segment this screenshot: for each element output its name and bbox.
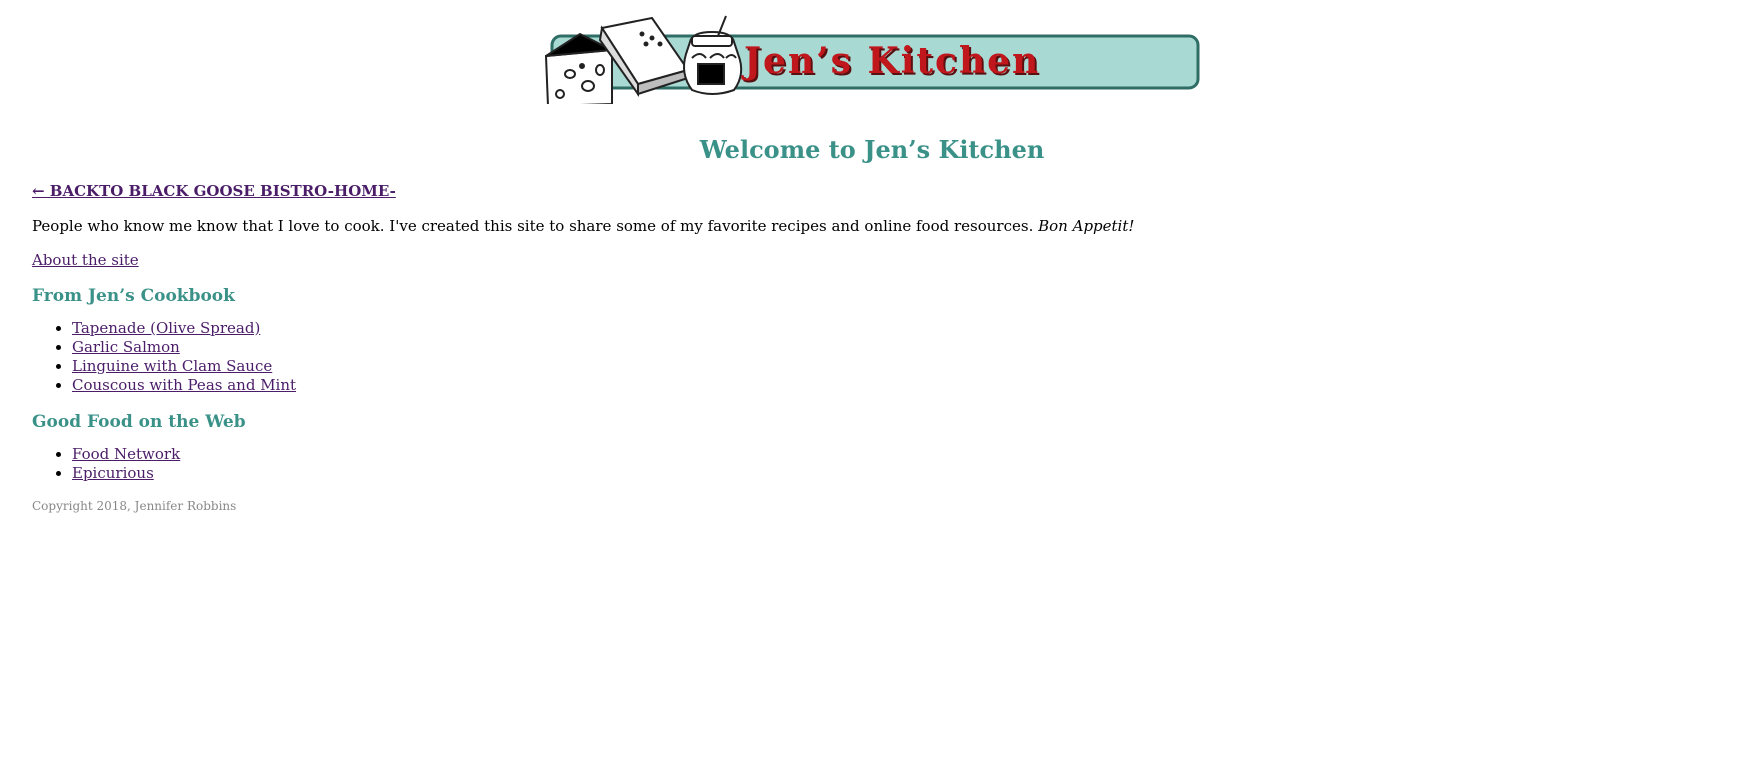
list-item: Tapenade (Olive Spread)	[72, 319, 1712, 338]
intro-emphasis: Bon Appetit!	[1038, 217, 1135, 235]
cookbook-heading: From Jen’s Cookbook	[32, 286, 235, 306]
about-site-link[interactable]: About the site	[32, 251, 139, 269]
list-item: Linguine with Clam Sauce	[72, 357, 1712, 376]
logo-title-text: Jen’s Kitchen	[741, 40, 1040, 82]
page-title: Welcome to Jen’s Kitchen	[699, 135, 1045, 164]
web-link-epicurious[interactable]: Epicurious	[72, 464, 154, 482]
recipe-link-couscous[interactable]: Couscous with Peas and Mint	[72, 376, 296, 394]
recipe-link-tapenade[interactable]: Tapenade (Olive Spread)	[72, 319, 260, 337]
site-logo: Jen’s Kitchen Jen’s Kitchen	[32, 14, 1712, 104]
intro-paragraph: People who know me know that I love to c…	[32, 216, 1712, 236]
copyright-text: Copyright 2018, Jennifer Robbins	[32, 499, 237, 513]
recipe-link-garlic-salmon[interactable]: Garlic Salmon	[72, 338, 180, 356]
web-link-food-network[interactable]: Food Network	[72, 445, 180, 463]
jar-icon	[683, 15, 743, 95]
intro-text: People who know me know that I love to c…	[32, 217, 1034, 235]
list-item: Food Network	[72, 445, 1712, 464]
jens-kitchen-logo-image: Jen’s Kitchen Jen’s Kitchen	[544, 15, 1200, 104]
list-item: Epicurious	[72, 464, 1712, 483]
recipe-link-linguine[interactable]: Linguine with Clam Sauce	[72, 357, 272, 375]
web-list: Food Network Epicurious	[32, 445, 1712, 483]
back-to-home-link[interactable]: ← BACKTO BLACK GOOSE BISTRO-HOME-	[32, 182, 396, 200]
list-item: Couscous with Peas and Mint	[72, 376, 1712, 395]
web-heading: Good Food on the Web	[32, 412, 246, 432]
list-item: Garlic Salmon	[72, 338, 1712, 357]
cookbook-list: Tapenade (Olive Spread) Garlic Salmon Li…	[32, 319, 1712, 395]
page: Jen’s Kitchen Jen’s Kitchen Welcome to J…	[0, 14, 1744, 515]
